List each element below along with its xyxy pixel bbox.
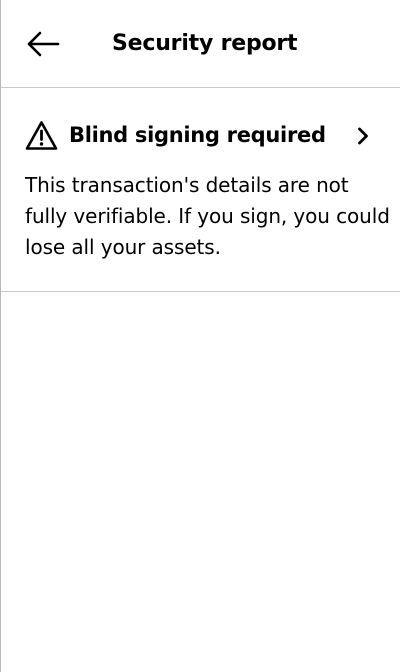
report-item-description: This transaction's details are not fully…: [25, 173, 390, 259]
arrow-left-icon: [27, 31, 60, 57]
security-report-item[interactable]: Blind signing required This transaction'…: [1, 88, 400, 292]
page-title: Security report: [112, 31, 298, 56]
chevron-right-icon: [358, 127, 368, 145]
report-item-title: Blind signing required: [69, 123, 326, 147]
warning-triangle-icon: [25, 121, 58, 150]
back-button[interactable]: [25, 28, 65, 60]
header: Security report: [1, 0, 400, 88]
